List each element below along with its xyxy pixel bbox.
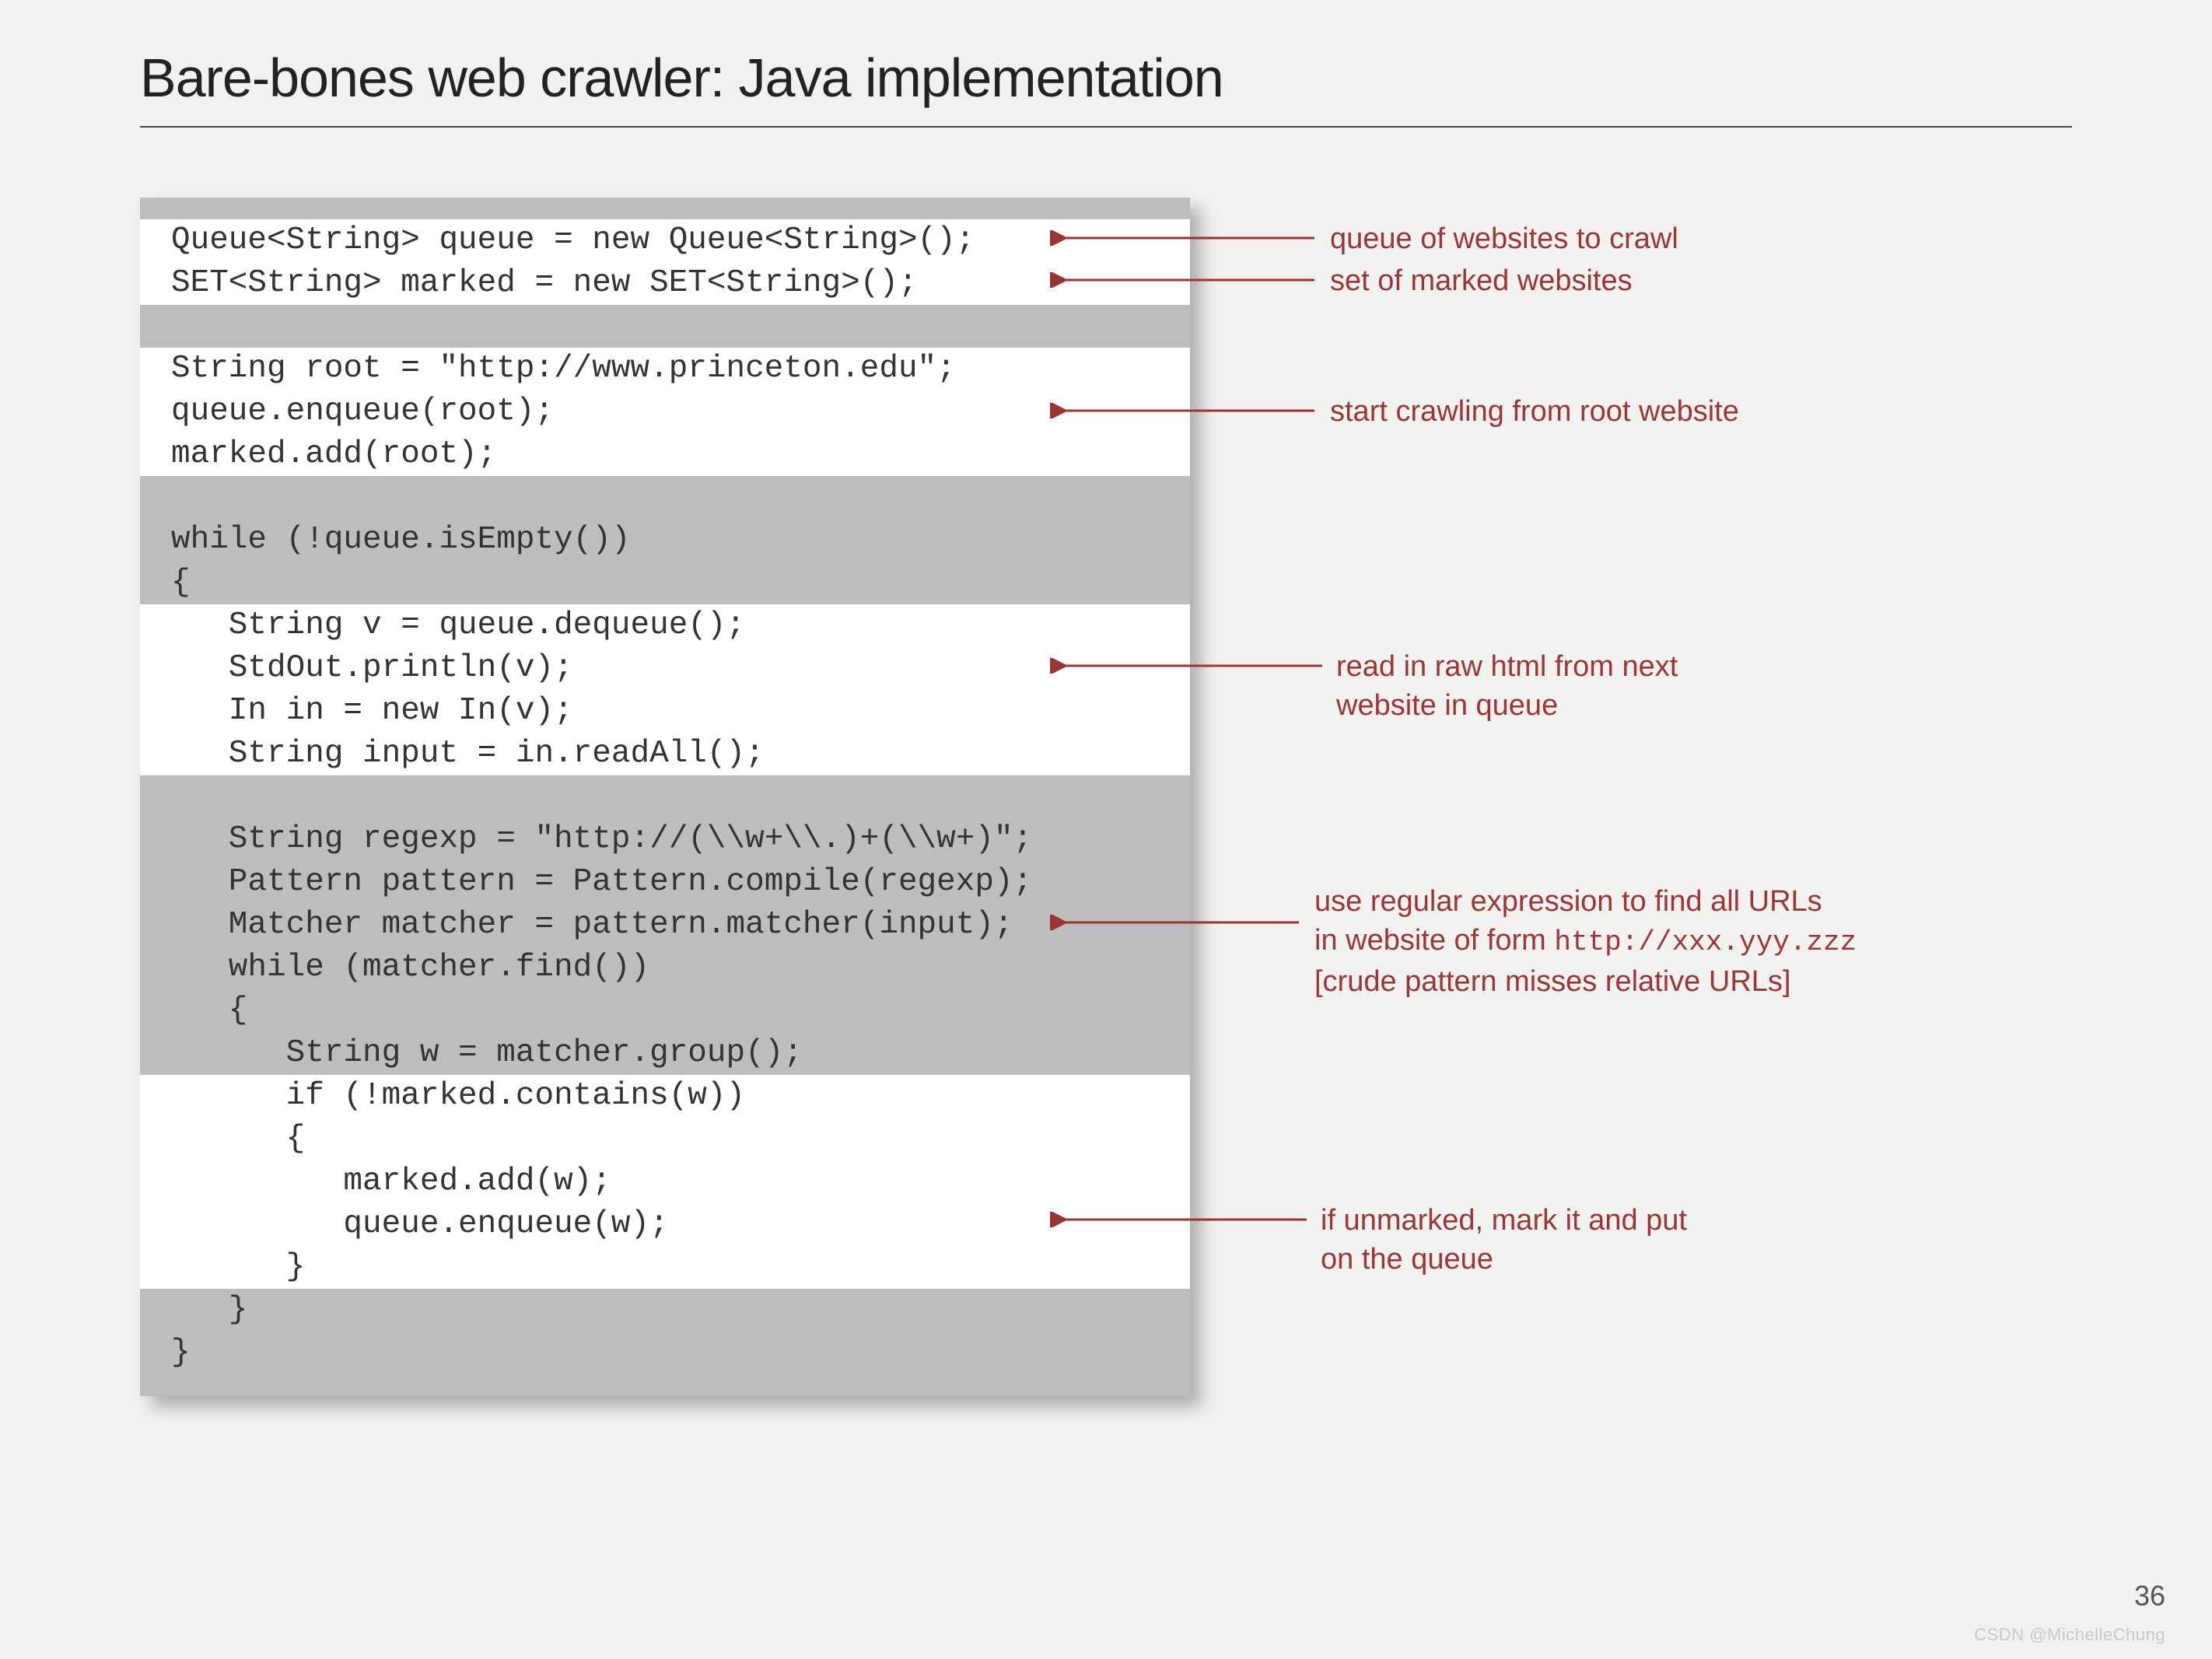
annotation-read: read in raw html from next website in qu… (1336, 647, 1678, 725)
code-line: { (140, 562, 1190, 604)
code-line: if (!marked.contains(w)) (140, 1075, 1190, 1118)
annotation-text: if unmarked, mark it and put (1321, 1204, 1687, 1237)
code-line: marked.add(w); (140, 1160, 1190, 1203)
title-rule (140, 126, 2072, 128)
annotation-text: on the queue (1321, 1243, 1493, 1276)
annotation-set: set of marked websites (1330, 261, 1633, 300)
annotation-text: read in raw html from next (1336, 650, 1678, 683)
arrow-icon (1050, 230, 1314, 246)
arrow-icon (1050, 915, 1299, 930)
code-block: Queue<String> queue = new Queue<String>(… (140, 198, 1190, 1396)
code-line: In in = new In(v); (140, 690, 1190, 733)
code-line: } (140, 1289, 1190, 1332)
code-line: { (140, 989, 1190, 1032)
arrow-icon (1050, 272, 1314, 288)
code-line: Pattern pattern = Pattern.compile(regexp… (140, 861, 1190, 904)
annotation-regex: use regular expression to find all URLs … (1314, 882, 1857, 1001)
watermark: CSDN @MichelleChung (1974, 1625, 2165, 1645)
code-line: while (!queue.isEmpty()) (140, 519, 1190, 562)
code-line: String regexp = "http://(\\w+\\.)+(\\w+)… (140, 818, 1190, 861)
code-line: String input = in.readAll(); (140, 733, 1190, 775)
slide: Bare-bones web crawler: Java implementat… (0, 0, 2212, 1659)
code-line: while (matcher.find()) (140, 947, 1190, 989)
code-line: StdOut.println(v); (140, 647, 1190, 690)
content-area: Queue<String> queue = new Queue<String>(… (140, 174, 2072, 1559)
code-line: marked.add(root); (140, 433, 1190, 476)
annotation-start: start crawling from root website (1330, 392, 1739, 431)
arrow-icon (1050, 1212, 1307, 1227)
code-line: queue.enqueue(root); (140, 390, 1190, 433)
code-line: { (140, 1118, 1190, 1160)
code-line (140, 305, 1190, 348)
code-line (140, 775, 1190, 818)
arrow-icon (1050, 403, 1314, 418)
annotation-queue: queue of websites to crawl (1330, 219, 1678, 258)
code-line: Matcher matcher = pattern.matcher(input)… (140, 904, 1190, 947)
code-line (140, 476, 1190, 519)
code-line: Queue<String> queue = new Queue<String>(… (140, 219, 1190, 262)
annotation-text: use regular expression to find all URLs (1314, 885, 1822, 918)
annotation-text: [crude pattern misses relative URLs] (1314, 965, 1790, 998)
annotation-layer: queue of websites to crawl set of marked… (1198, 198, 2165, 1582)
annotation-unmarked: if unmarked, mark it and put on the queu… (1321, 1201, 1687, 1279)
code-line: String root = "http://www.princeton.edu"… (140, 348, 1190, 390)
code-line: SET<String> marked = new SET<String>(); (140, 262, 1190, 305)
slide-title: Bare-bones web crawler: Java implementat… (140, 47, 2072, 109)
code-line: String w = matcher.group(); (140, 1032, 1190, 1075)
annotation-code: http://xxx.yyy.zzz (1554, 926, 1857, 958)
code-line: } (140, 1332, 1190, 1374)
arrow-icon (1050, 658, 1322, 674)
annotation-text: website in queue (1336, 689, 1558, 722)
code-line: queue.enqueue(w); (140, 1203, 1190, 1246)
code-line: String v = queue.dequeue(); (140, 604, 1190, 647)
code-line: } (140, 1246, 1190, 1289)
page-number: 36 (2134, 1580, 2165, 1612)
annotation-text: in website of form (1314, 924, 1554, 957)
code-panel: Queue<String> queue = new Queue<String>(… (140, 198, 1190, 1396)
